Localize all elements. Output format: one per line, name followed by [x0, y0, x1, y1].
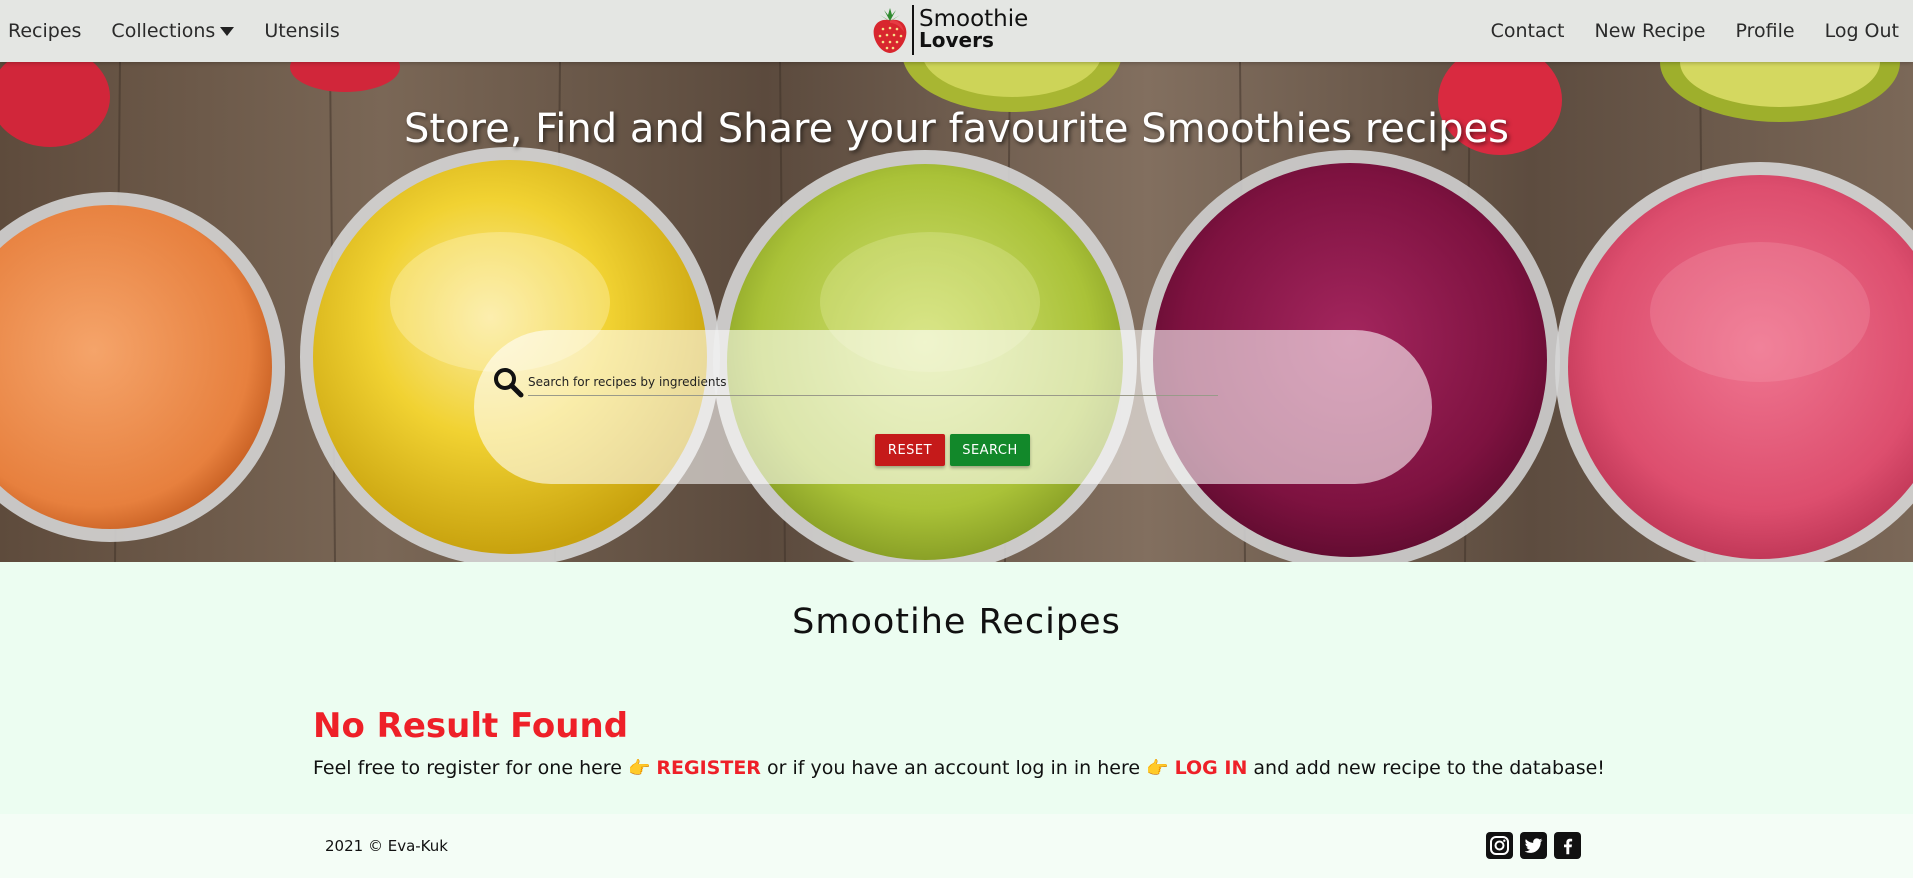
hero-banner: Store, Find and Share your favourite Smo…: [0, 62, 1913, 562]
nav-contact-link[interactable]: Contact: [1491, 20, 1565, 42]
caret-down-icon: [220, 27, 235, 36]
main-content: Smootihe Recipes No Result Found Feel fr…: [0, 562, 1913, 814]
nav-utensils-link[interactable]: Utensils: [264, 20, 339, 42]
section-title: Smootihe Recipes: [792, 602, 1121, 642]
search-icon: [494, 368, 524, 398]
strawberry-logo-icon: [873, 8, 907, 54]
no-result-heading: No Result Found: [313, 706, 629, 746]
copyright-text: 2021 © Eva-Kuk: [325, 837, 448, 855]
search-panel: RESET SEARCH: [474, 330, 1432, 484]
facebook-icon[interactable]: [1554, 832, 1581, 859]
nav-profile-link[interactable]: Profile: [1735, 20, 1794, 42]
search-button[interactable]: SEARCH: [950, 434, 1030, 466]
nav-recipes-link[interactable]: Recipes: [8, 20, 81, 42]
social-links: [1486, 832, 1581, 859]
message-text-2: or if you have an account log in in here: [760, 757, 1147, 779]
nav-logout-link[interactable]: Log Out: [1825, 20, 1899, 42]
nav-left: Recipes Collections Utensils: [8, 0, 340, 62]
instagram-icon[interactable]: [1486, 832, 1513, 859]
reset-button[interactable]: RESET: [875, 434, 945, 466]
search-input[interactable]: [528, 368, 1218, 396]
brand-text: Smoothie Lovers: [919, 6, 1029, 52]
nav-collections-dropdown[interactable]: Collections: [111, 20, 235, 42]
brand-divider: [912, 5, 914, 55]
pointing-hand-icon: 👉: [627, 758, 651, 779]
nav-right: Contact New Recipe Profile Log Out: [1491, 0, 1899, 62]
twitter-icon[interactable]: [1520, 832, 1547, 859]
brand-logo-link[interactable]: Smoothie Lovers: [870, 2, 1028, 58]
hero-title: Store, Find and Share your favourite Smo…: [404, 106, 1509, 152]
brand-line-1: Smoothie: [919, 6, 1029, 32]
message-text-1: Feel free to register for one here: [313, 757, 628, 779]
pointing-hand-icon: 👉: [1146, 758, 1169, 779]
brand-line-2: Lovers: [919, 28, 994, 52]
nav-collections-label: Collections: [111, 20, 216, 42]
no-result-message: Feel free to register for one here 👉 REG…: [313, 757, 1605, 779]
nav-new-recipe-link[interactable]: New Recipe: [1594, 20, 1705, 42]
login-link[interactable]: LOG IN: [1175, 757, 1248, 779]
navbar: Recipes Collections Utensils Smoothie Lo…: [0, 0, 1913, 62]
register-link[interactable]: REGISTER: [656, 757, 761, 779]
message-text-3: and add new recipe to the database!: [1247, 757, 1605, 779]
footer: 2021 © Eva-Kuk: [0, 814, 1913, 878]
